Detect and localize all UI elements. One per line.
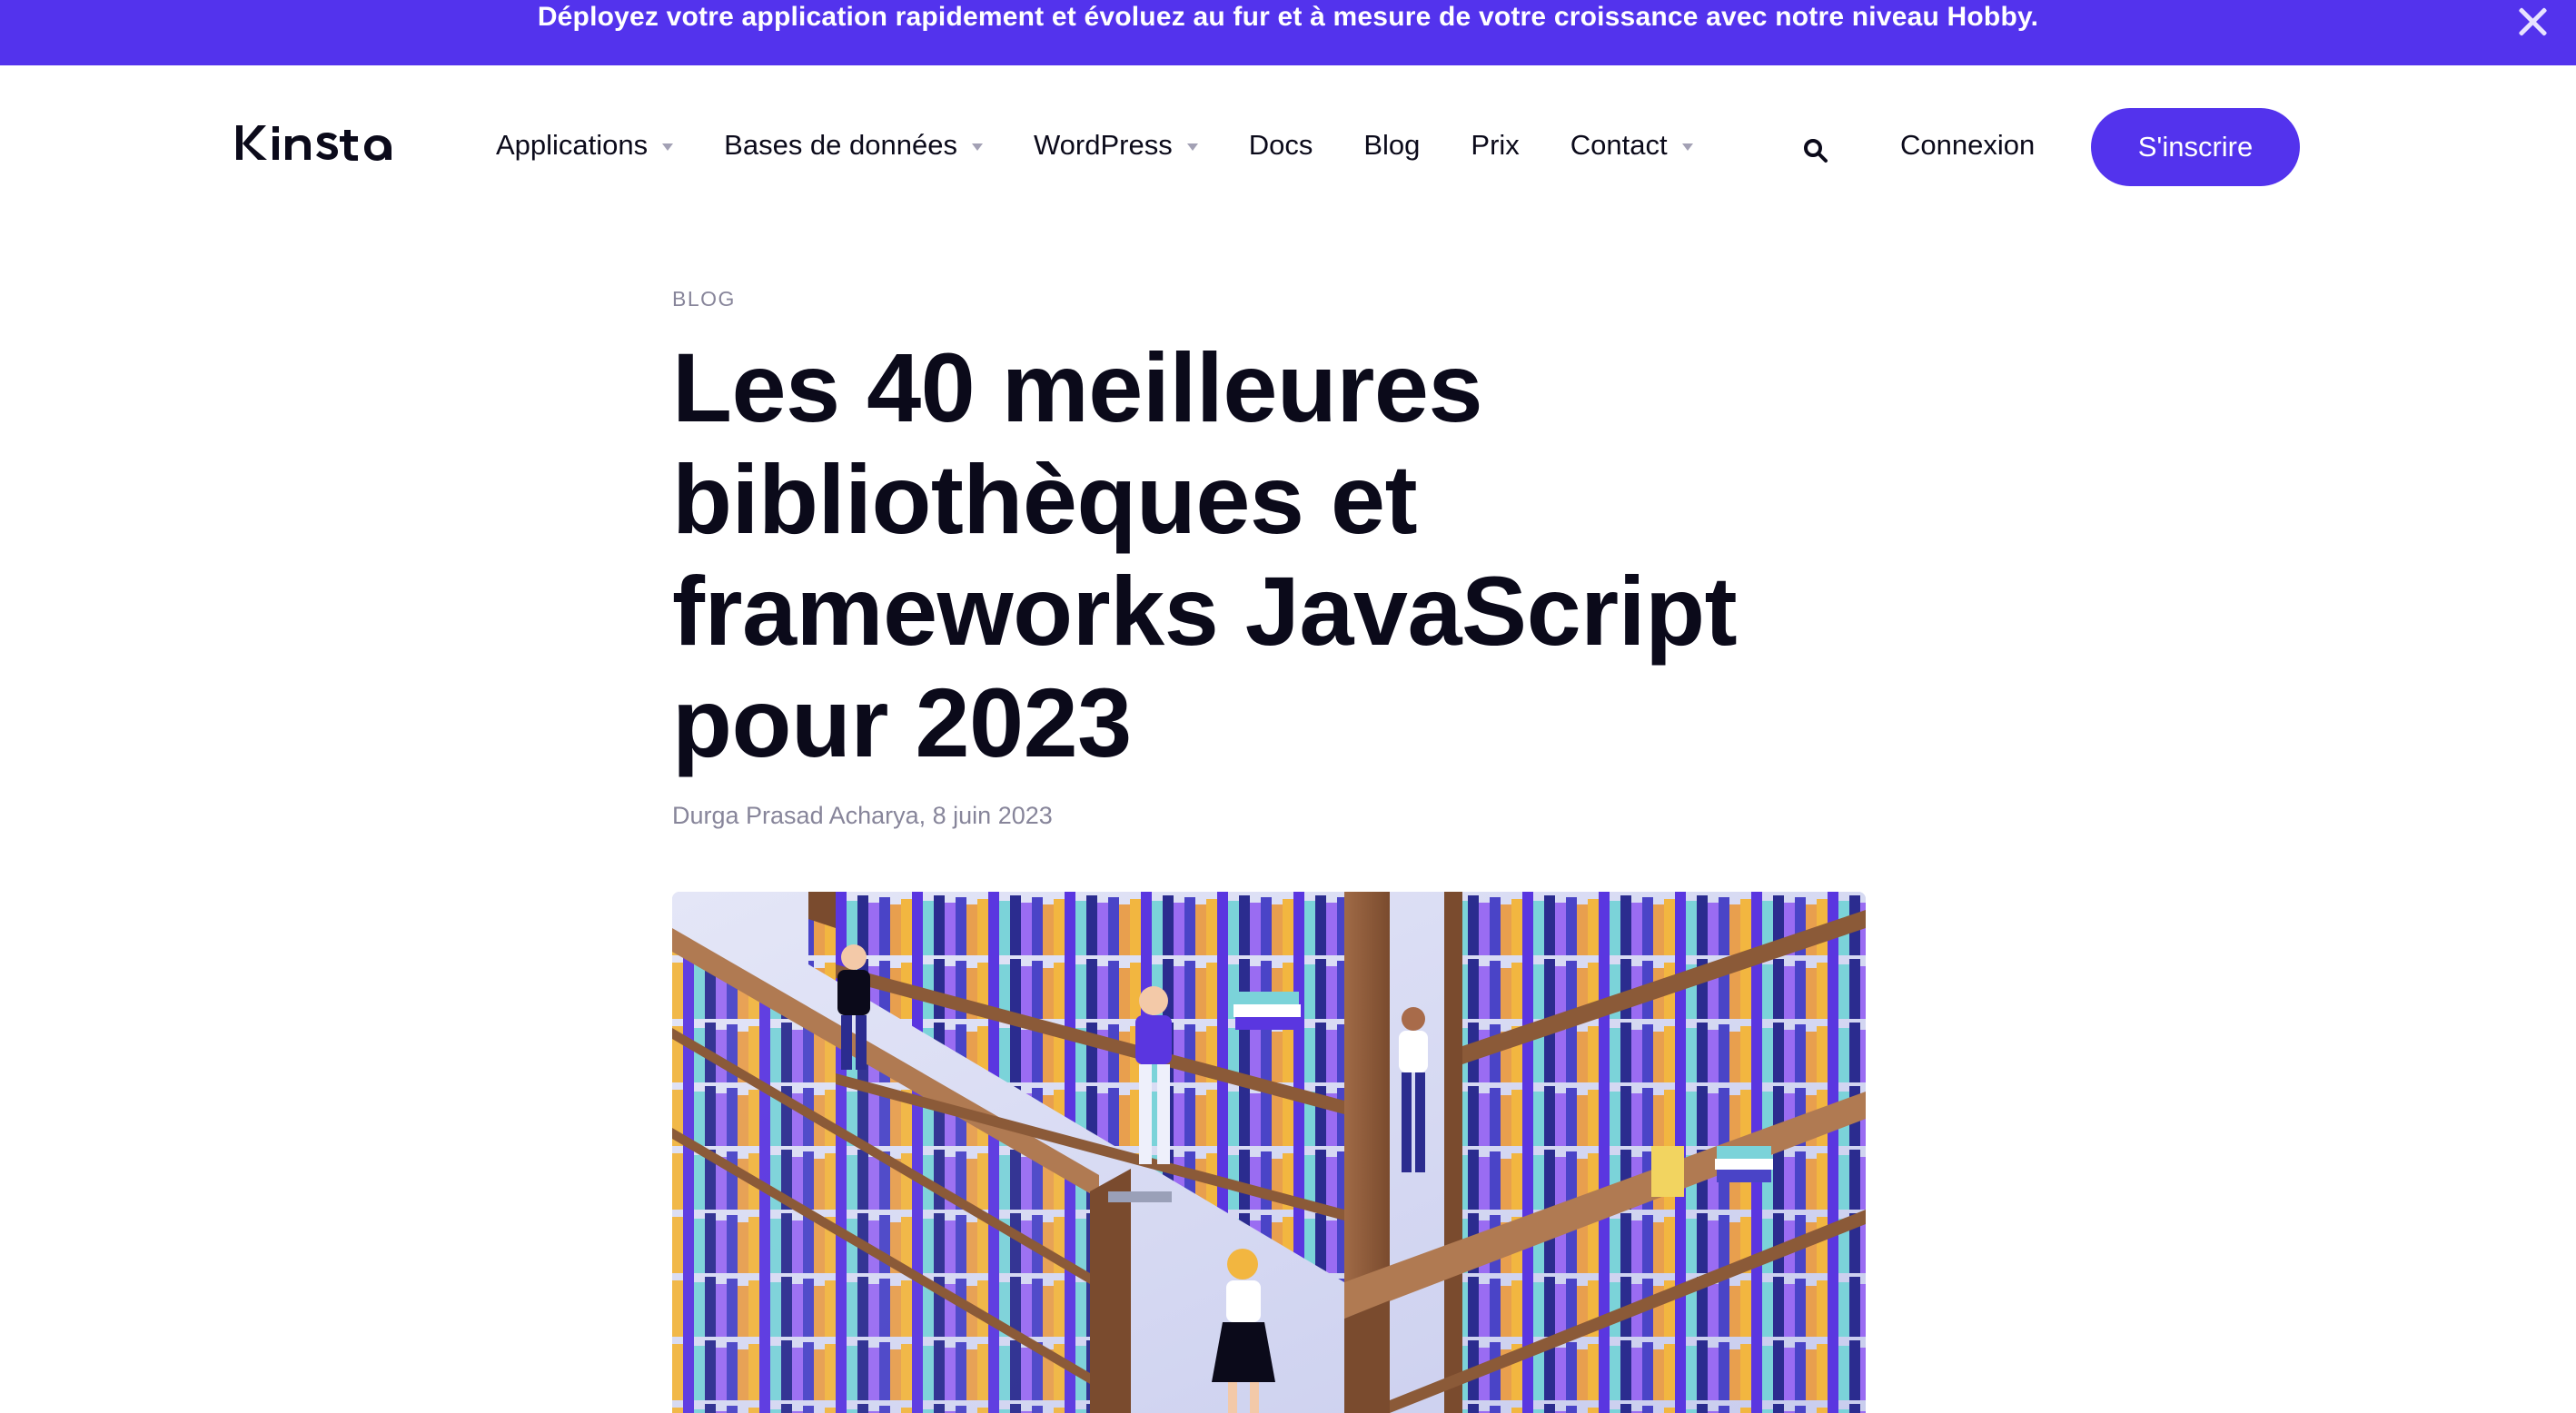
- nav-item-blog[interactable]: Blog: [1363, 129, 1420, 162]
- article-meta: Durga Prasad Acharya, 8 juin 2023: [672, 802, 1053, 829]
- nav-item-bases-de-donnees[interactable]: Bases de données: [724, 129, 983, 162]
- nav-item-label: Prix: [1471, 129, 1520, 161]
- site-header: Applications Bases de données WordPress …: [0, 65, 2576, 229]
- nav-item-docs[interactable]: Docs: [1249, 129, 1313, 162]
- chevron-down-icon: [1186, 143, 1198, 151]
- nav-item-contact[interactable]: Contact: [1570, 129, 1693, 162]
- nav-item-label: Contact: [1570, 129, 1668, 161]
- nav-item-label: Docs: [1248, 129, 1313, 161]
- page-title: Les 40 meilleures bibliothèques et frame…: [672, 332, 1738, 777]
- promo-banner: Déployez votre application rapidement et…: [0, 0, 2576, 65]
- chevron-down-icon: [1681, 143, 1693, 151]
- nav-item-label: WordPress: [1033, 129, 1173, 161]
- nav-item-label: Applications: [496, 129, 649, 161]
- main-nav: Applications Bases de données WordPress …: [496, 129, 1693, 162]
- signup-button[interactable]: S'inscrire: [2091, 108, 2300, 186]
- nav-item-label: Bases de données: [724, 129, 957, 161]
- article-category[interactable]: Blog: [672, 287, 1871, 311]
- close-icon[interactable]: [2514, 4, 2551, 40]
- kinsta-logo[interactable]: [234, 120, 405, 165]
- chevron-down-icon: [662, 143, 674, 151]
- nav-item-prix[interactable]: Prix: [1471, 129, 1519, 162]
- nav-item-applications[interactable]: Applications: [496, 129, 674, 162]
- nav-item-label: Blog: [1363, 129, 1421, 161]
- login-link[interactable]: Connexion: [1900, 129, 2035, 162]
- nav-item-wordpress[interactable]: WordPress: [1034, 129, 1198, 162]
- kinsta-logo-mark: [236, 125, 391, 161]
- search-button[interactable]: [1801, 136, 1830, 165]
- search-icon: [1804, 139, 1828, 163]
- promo-text[interactable]: Déployez votre application rapidement et…: [0, 2, 2576, 33]
- article-header: Blog Les 40 meilleures bibliothèques et …: [672, 287, 1871, 830]
- chevron-down-icon: [971, 143, 983, 151]
- library-illustration: [672, 892, 1866, 1413]
- hero-illustration: [672, 892, 1866, 1413]
